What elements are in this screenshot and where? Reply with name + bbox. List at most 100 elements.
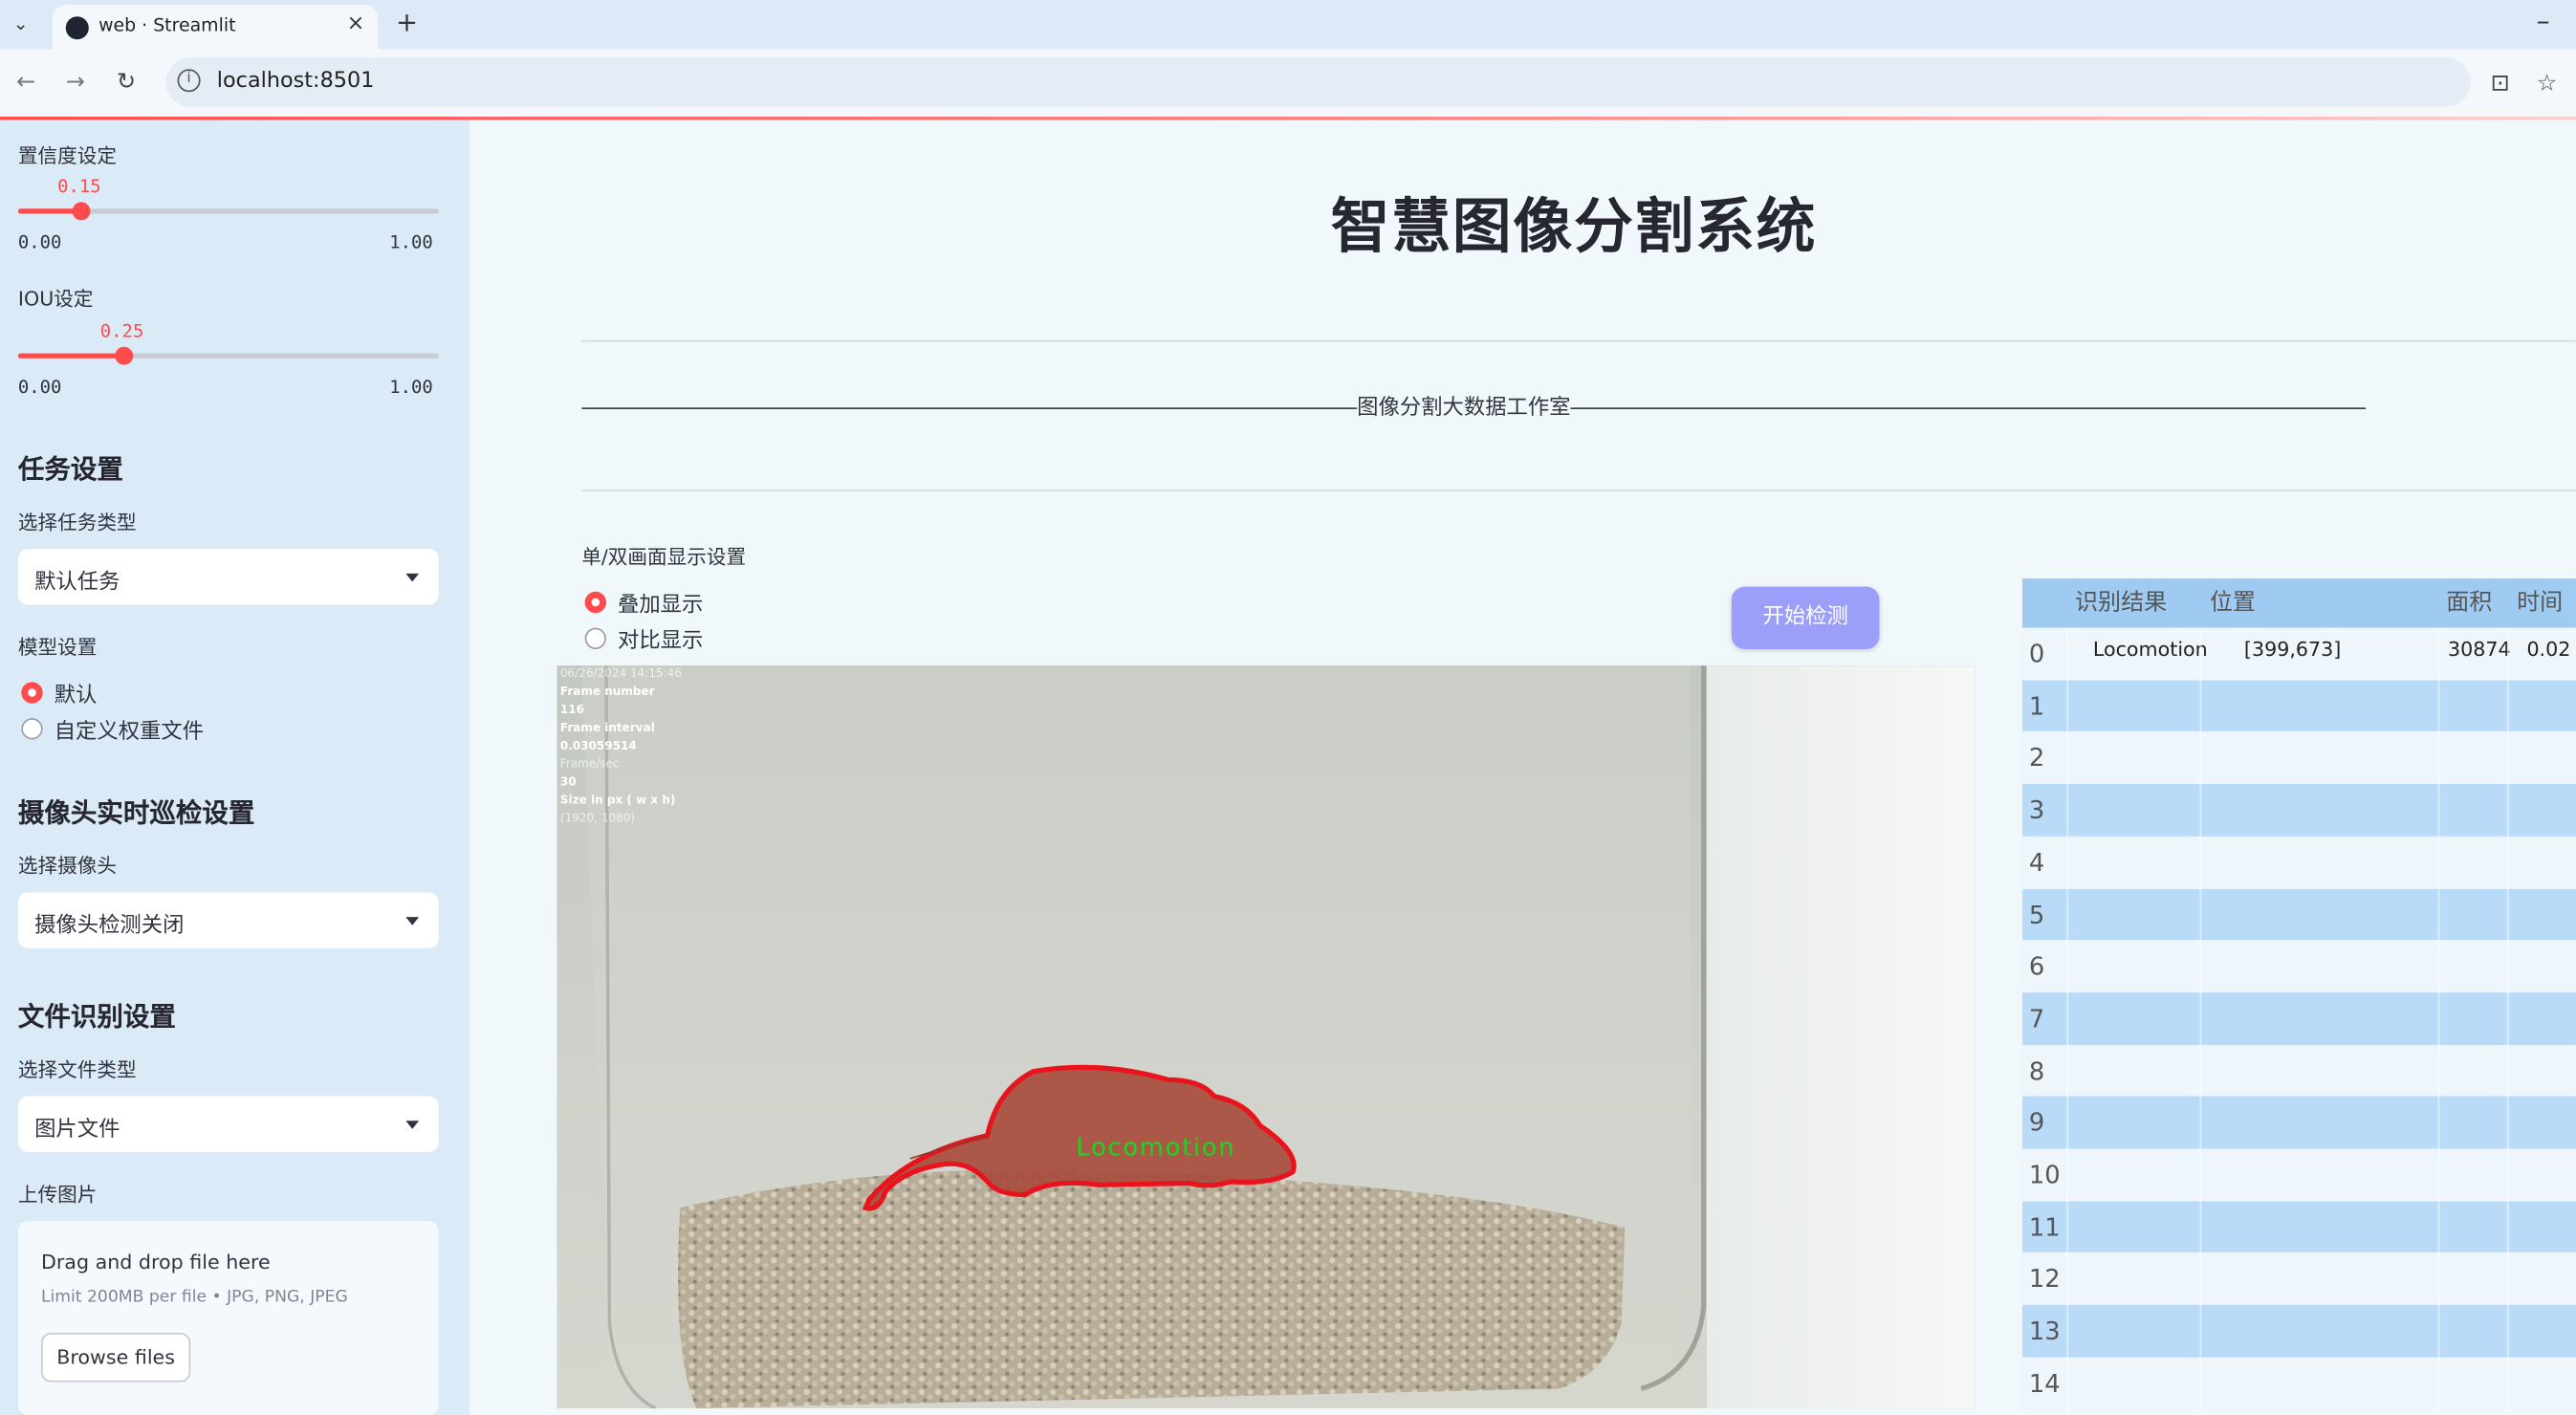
confidence-slider[interactable] <box>17 202 439 221</box>
column-divider <box>2066 1148 2069 1202</box>
display-option-overlay[interactable]: 叠加显示 <box>618 587 703 619</box>
url-bar[interactable]: i localhost:8501 <box>165 57 2472 107</box>
browser-tab[interactable]: web · Streamlit × <box>52 5 379 50</box>
column-divider <box>2437 1357 2440 1410</box>
row-index: 11 <box>2028 1212 2061 1242</box>
tab-list-chevron-icon[interactable]: ⌄ <box>13 13 36 36</box>
browse-files-button[interactable]: Browse files <box>40 1333 191 1382</box>
segmented-frame-image: Locomotion <box>557 665 1976 1409</box>
file-type-value: 图片文件 <box>34 1117 120 1143</box>
iou-slider[interactable] <box>17 346 439 365</box>
table-row[interactable]: 6 <box>2021 940 2576 993</box>
table-row[interactable]: 0 Locomotion [399,673] 30874 0.02 <box>2021 627 2576 681</box>
row-index: 5 <box>2028 900 2045 930</box>
display-option-compare[interactable]: 对比显示 <box>618 622 703 654</box>
overlay-frame-number-label: Frame number <box>559 685 655 699</box>
table-row[interactable]: 10 <box>2021 1148 2576 1202</box>
confidence-label: 置信度设定 <box>17 144 118 168</box>
column-divider <box>2506 1097 2509 1150</box>
main-content: 智慧图像分割系统 图像分割大数据工作室 单/双画面显示设置 叠加显示 对比显示 … <box>469 120 2576 1414</box>
page-title: 智慧图像分割系统 <box>1330 193 1818 262</box>
iou-min: 0.00 <box>17 376 62 398</box>
reload-icon[interactable]: ↻ <box>117 69 136 96</box>
iou-label: IOU设定 <box>17 287 94 311</box>
column-divider <box>2506 1044 2509 1098</box>
model-radio-default[interactable] <box>21 682 43 704</box>
task-type-select[interactable]: 默认任务 <box>17 549 439 605</box>
table-row[interactable]: 2 <box>2021 731 2576 785</box>
table-row[interactable]: 14 <box>2021 1357 2576 1410</box>
new-tab-icon[interactable]: + <box>396 7 418 38</box>
column-divider <box>2437 992 2440 1046</box>
table-row[interactable]: 11 <box>2021 1200 2576 1253</box>
column-divider <box>2199 1304 2202 1358</box>
site-info-icon[interactable]: i <box>177 69 201 93</box>
table-row[interactable]: 9 <box>2021 1097 2576 1150</box>
task-type-label: 选择任务类型 <box>17 511 137 534</box>
table-row[interactable]: 3 <box>2021 784 2576 838</box>
column-divider <box>2437 1304 2440 1358</box>
start-detection-button[interactable]: 开始检测 <box>1731 586 1880 649</box>
column-divider <box>2437 627 2440 681</box>
table-row[interactable]: 12 <box>2021 1252 2576 1306</box>
tab-close-icon[interactable]: × <box>347 11 365 36</box>
table-row[interactable]: 13 <box>2021 1304 2576 1358</box>
confidence-max: 1.00 <box>389 231 433 253</box>
display-radio-overlay[interactable] <box>584 591 606 614</box>
forward-arrow-icon[interactable]: → <box>66 69 85 96</box>
row-index: 10 <box>2028 1160 2061 1190</box>
column-divider <box>2066 1304 2069 1358</box>
video-overlay-info: 06/26/2024 14:15:46 Frame number 116 Fra… <box>560 665 682 828</box>
iou-max: 1.00 <box>389 376 433 398</box>
translate-icon[interactable]: ⊡ <box>2491 71 2510 98</box>
back-arrow-icon[interactable]: ← <box>16 69 35 96</box>
table-row[interactable]: 7 <box>2021 992 2576 1046</box>
camera-label: 选择摄像头 <box>17 854 118 878</box>
model-option-custom[interactable]: 自定义权重文件 <box>55 713 204 745</box>
confidence-value: 0.15 <box>57 175 101 198</box>
table-row[interactable]: 5 <box>2021 888 2576 942</box>
column-divider <box>2199 836 2202 889</box>
overlay-size-label: Size in px ( w x h) <box>559 794 676 807</box>
col-header-position[interactable]: 位置 <box>2210 578 2256 628</box>
column-divider <box>2437 1044 2440 1098</box>
confidence-slider-thumb[interactable] <box>73 202 92 221</box>
column-divider <box>2199 888 2202 942</box>
detection-label: Locomotion <box>1076 1133 1235 1162</box>
column-divider <box>2066 836 2069 889</box>
cell-result: Locomotion <box>2092 637 2208 661</box>
col-header-result[interactable]: 识别结果 <box>2075 578 2167 628</box>
sidebar: 置信度设定 0.15 0.00 1.00 IOU设定 0.25 0.00 1.0… <box>0 120 470 1415</box>
camera-settings-header: 摄像头实时巡检设置 <box>17 796 255 829</box>
overlay-fps-label: Frame/sec <box>559 757 620 772</box>
column-divider <box>2199 731 2202 785</box>
camera-select[interactable]: 摄像头检测关闭 <box>17 892 439 948</box>
column-divider <box>2199 1252 2202 1306</box>
col-header-time[interactable]: 时间 <box>2517 578 2563 628</box>
column-divider <box>2437 940 2440 993</box>
col-header-area[interactable]: 面积 <box>2446 578 2492 628</box>
table-row[interactable]: 8 <box>2021 1044 2576 1098</box>
chevron-down-icon <box>405 1121 420 1129</box>
column-divider <box>2066 940 2069 993</box>
file-uploader-dropzone[interactable]: Drag and drop file here Limit 200MB per … <box>17 1221 439 1415</box>
app-root: ⌄ web · Streamlit × + – ← → ↻ i localhos… <box>0 0 2576 1415</box>
model-option-default[interactable]: 默认 <box>55 677 98 708</box>
iou-slider-thumb[interactable] <box>115 346 134 365</box>
table-row[interactable]: 4 <box>2021 836 2576 889</box>
column-divider <box>2506 680 2509 733</box>
model-radio-custom[interactable] <box>21 718 43 740</box>
minimize-window-icon[interactable]: – <box>2537 5 2550 36</box>
row-index: 3 <box>2028 795 2045 826</box>
studio-banner-text: 图像分割大数据工作室 <box>1357 396 1571 422</box>
file-type-select[interactable]: 图片文件 <box>17 1096 439 1152</box>
row-index: 9 <box>2028 1108 2045 1138</box>
overlay-frame-interval: 0.03059514 <box>559 739 637 753</box>
column-divider <box>2437 1097 2440 1150</box>
file-settings-header: 文件识别设置 <box>17 1000 176 1033</box>
bookmark-star-icon[interactable]: ☆ <box>2537 71 2558 98</box>
display-radio-compare[interactable] <box>584 627 606 649</box>
file-type-label: 选择文件类型 <box>17 1057 137 1082</box>
table-row[interactable]: 1 <box>2021 680 2576 733</box>
model-settings-label: 模型设置 <box>17 636 98 660</box>
